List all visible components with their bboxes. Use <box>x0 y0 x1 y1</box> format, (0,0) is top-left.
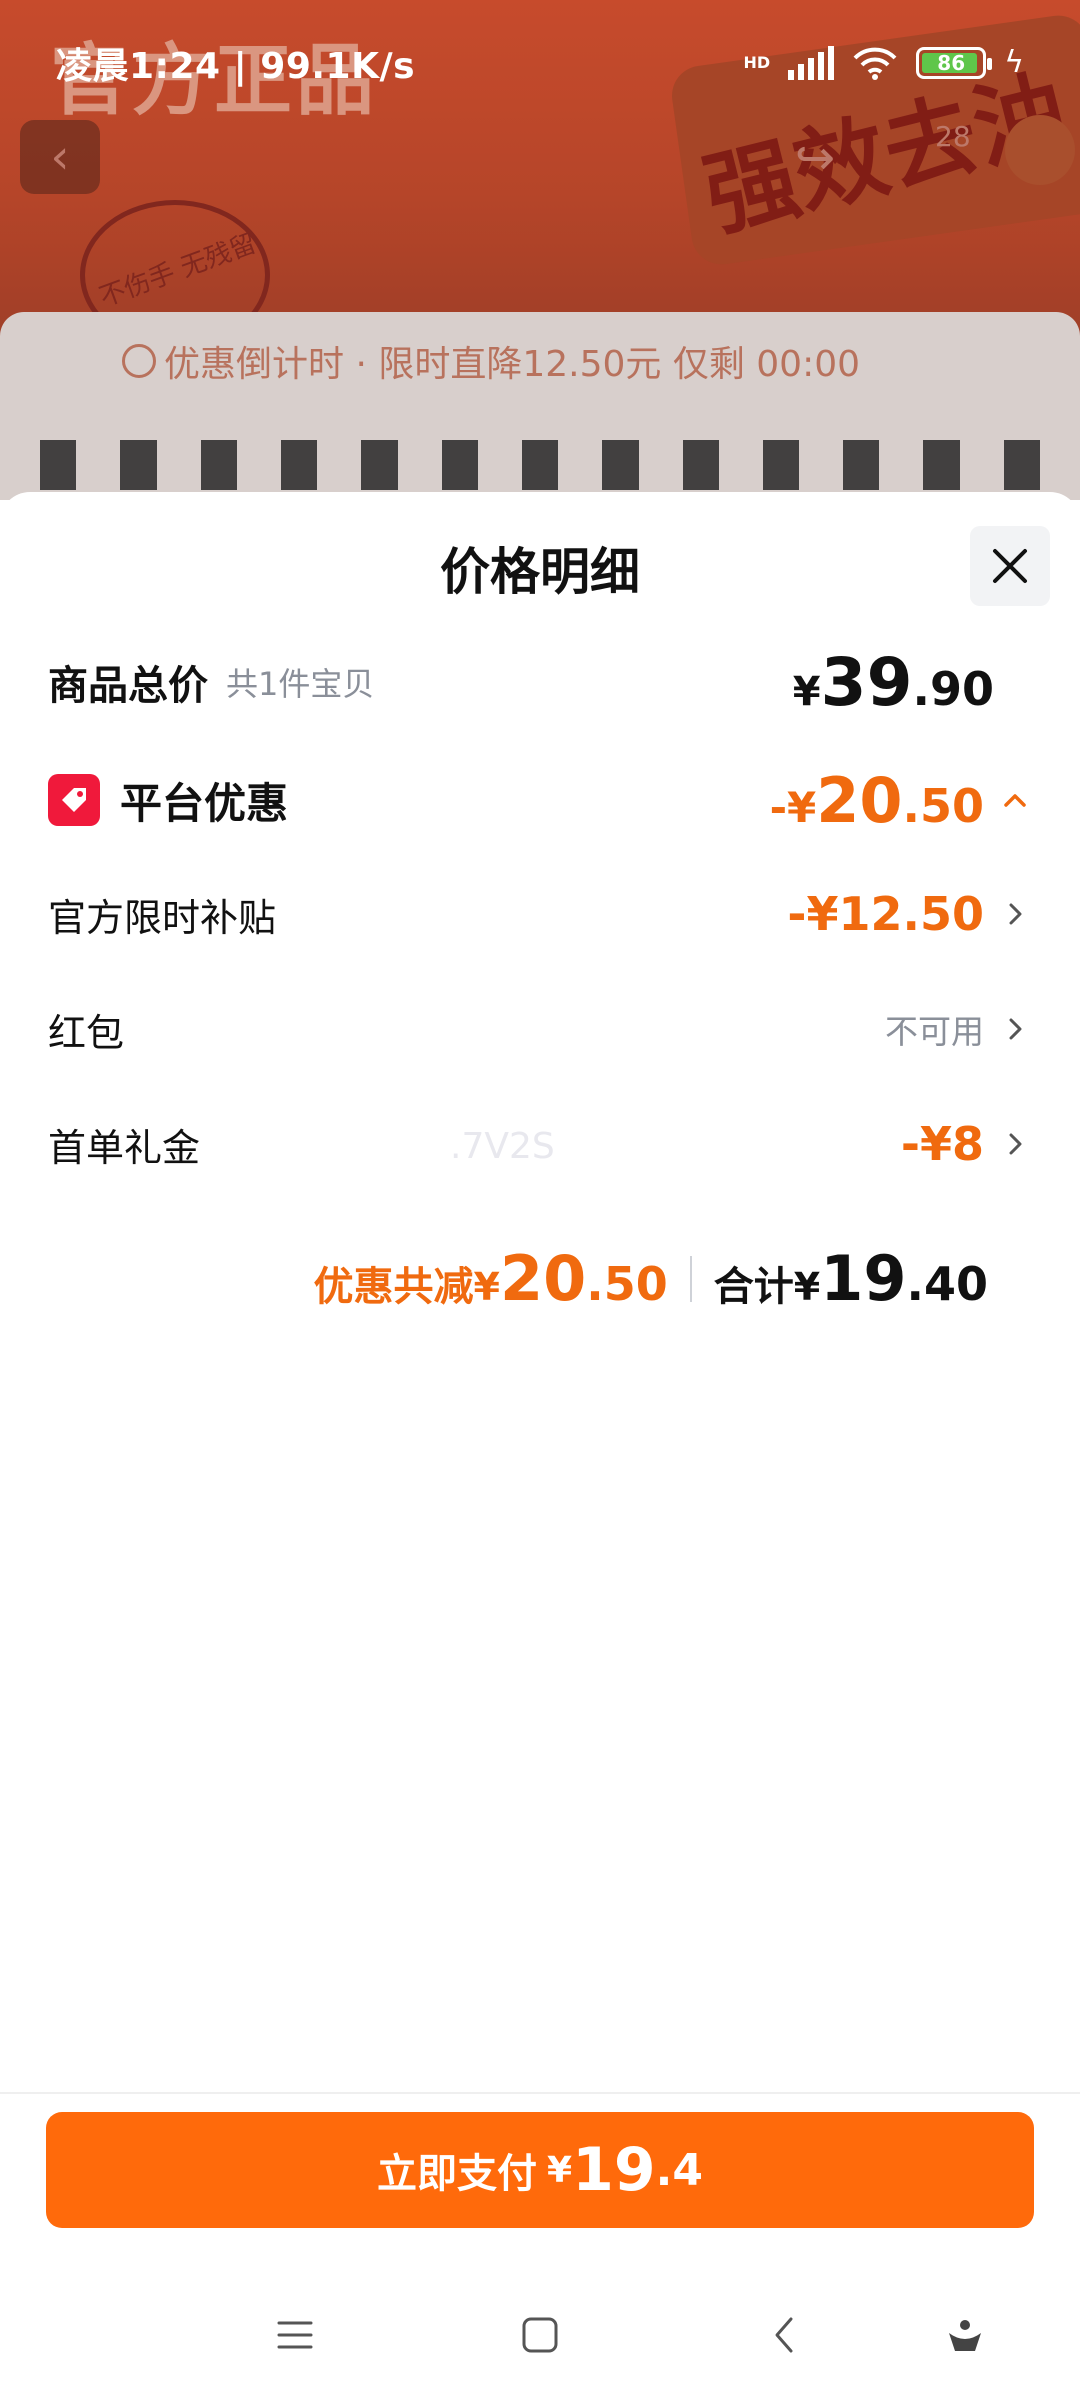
grand-total-integer: 19 <box>820 1242 907 1315</box>
pay-button-label: 立即支付 <box>377 2151 538 2197</box>
goods-total-label: 商品总价 <box>48 663 208 709</box>
watermark-text: .7V2S <box>450 1126 555 1167</box>
battery-icon: 86 <box>916 46 993 79</box>
currency-symbol: ¥ <box>473 1265 500 1309</box>
discount-integer: 20 <box>816 763 903 837</box>
pay-amount-decimal: .4 <box>655 2144 703 2196</box>
tag-icon <box>48 774 100 826</box>
item-label: 首单礼金 <box>48 1125 201 1170</box>
status-time: 凌晨1:24 | 99.1K/s <box>56 45 416 87</box>
currency-symbol: ¥ <box>547 2149 573 2191</box>
battery-level: 86 <box>937 50 966 75</box>
price-summary: 优惠共减 ¥ 20 .50 合计 ¥ 19 .40 <box>314 1242 988 1315</box>
discount-prefix: -¥ <box>769 782 817 832</box>
currency-symbol: ¥ <box>792 668 821 715</box>
pay-amount-integer: 19 <box>572 2135 656 2205</box>
chevron-right-icon <box>998 897 1032 931</box>
close-button[interactable] <box>970 526 1050 606</box>
network-speed: 99.1K/s <box>260 45 416 87</box>
platform-discount-row[interactable]: 平台优惠 -¥ 20 .50 <box>48 760 1032 840</box>
home-icon[interactable] <box>515 2310 565 2360</box>
discount-total-label: 优惠共减 <box>313 1264 474 1310</box>
goods-total-price: ¥ 39 .90 <box>793 644 994 721</box>
list-item[interactable]: 官方限时补贴 -¥12.50 <box>48 874 1032 954</box>
discount-total-integer: 20 <box>499 1242 587 1315</box>
discount-total-decimal: .50 <box>586 1257 668 1311</box>
item-value: -¥8 <box>900 1117 984 1171</box>
goods-count: 共1件宝贝 <box>226 665 375 703</box>
item-value: 不可用 <box>885 1012 984 1051</box>
chevron-right-icon <box>998 1127 1032 1161</box>
close-icon <box>993 549 1027 583</box>
price-decimal: .90 <box>912 661 995 716</box>
back-icon[interactable] <box>760 2310 810 2360</box>
goods-total-row: 商品总价 共1件宝贝 ¥ 39 .90 <box>48 642 1032 722</box>
status-bar: 凌晨1:24 | 99.1K/s HD 86 ϟ <box>0 0 1080 125</box>
wifi-icon <box>853 47 897 80</box>
list-item[interactable]: 红包 不可用 <box>48 989 1032 1069</box>
footer-divider <box>0 2092 1080 2094</box>
status-clock: 凌晨1:24 <box>56 45 221 87</box>
system-nav-bar <box>0 2270 1080 2400</box>
item-label: 红包 <box>48 1010 125 1055</box>
sheet-title: 价格明细 <box>440 543 640 601</box>
item-label: 官方限时补贴 <box>48 895 277 940</box>
item-value: -¥12.50 <box>787 887 984 941</box>
pay-now-button[interactable]: 立即支付 ¥ 19 .4 <box>46 2112 1034 2228</box>
menu-icon[interactable] <box>270 2310 320 2360</box>
currency-symbol: ¥ <box>793 1265 821 1309</box>
chevron-right-icon <box>998 1012 1032 1046</box>
platform-discount-amount: -¥ 20 .50 <box>770 764 984 837</box>
discount-decimal: .50 <box>902 778 985 833</box>
charging-icon: ϟ <box>1004 45 1024 80</box>
summary-divider <box>689 1255 692 1302</box>
assistant-icon[interactable] <box>940 2310 990 2360</box>
signal-icon <box>788 45 835 80</box>
hd-indicator: HD <box>743 52 771 72</box>
grand-total-decimal: .40 <box>906 1257 989 1311</box>
grand-total-label: 合计 <box>713 1264 794 1310</box>
price-integer: 39 <box>820 643 913 721</box>
platform-discount-label: 平台优惠 <box>120 778 289 828</box>
chevron-up-icon[interactable] <box>998 783 1032 817</box>
